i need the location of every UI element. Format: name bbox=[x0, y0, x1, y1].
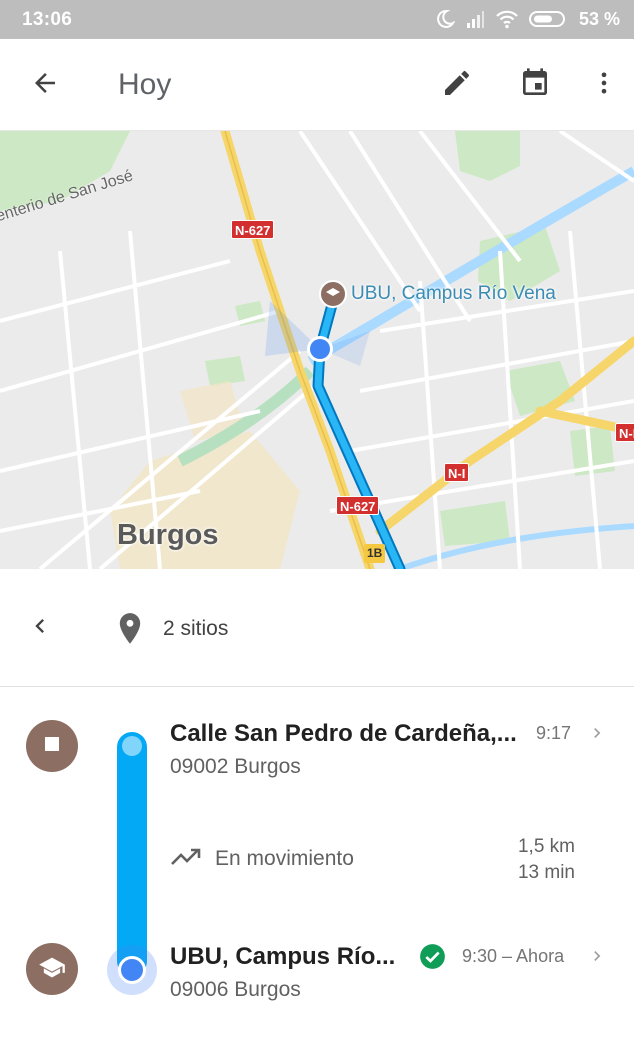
timeline-start-dot bbox=[122, 736, 142, 756]
more-options-button[interactable] bbox=[584, 63, 624, 107]
stop-icon bbox=[42, 734, 62, 759]
sites-count: 2 sitios bbox=[163, 617, 229, 640]
place-time-start: 9:17 bbox=[536, 723, 572, 743]
app-bar: Hoy bbox=[0, 39, 634, 131]
trending-icon bbox=[170, 846, 202, 873]
place-icon-end[interactable] bbox=[26, 943, 78, 995]
chevron-right-icon[interactable] bbox=[587, 721, 607, 745]
calendar-button[interactable] bbox=[512, 63, 558, 107]
back-arrow-icon bbox=[30, 68, 60, 103]
place-name-end[interactable]: UBU, Campus Río... bbox=[170, 943, 395, 971]
road-shield: N-I bbox=[444, 463, 470, 482]
check-circle-icon bbox=[419, 943, 446, 975]
place-time-end: 9:30 – Ahora bbox=[462, 946, 565, 966]
edit-pencil-icon bbox=[441, 67, 473, 104]
map-poi-label[interactable]: UBU, Campus Río Vena bbox=[351, 283, 556, 305]
place-address-end: 09006 Burgos bbox=[170, 978, 301, 1001]
place-name-start[interactable]: Calle San Pedro de Cardeña,... bbox=[170, 720, 517, 748]
more-vert-icon bbox=[590, 69, 618, 102]
route-map[interactable]: enterio de San José UBU, Campus Río Vena… bbox=[0, 131, 634, 569]
previous-button[interactable] bbox=[18, 606, 62, 650]
school-icon bbox=[38, 955, 66, 984]
moon-icon bbox=[435, 9, 455, 29]
chevron-left-icon bbox=[26, 612, 54, 645]
road-shield: N-627 bbox=[336, 496, 380, 515]
movement-segment[interactable]: En movimiento 1,5 km 13 min bbox=[160, 830, 600, 890]
road-shield: 1B bbox=[364, 544, 386, 563]
battery-icon bbox=[528, 9, 569, 29]
movement-distance: 1,5 km bbox=[517, 836, 575, 857]
status-icons: 53 % bbox=[435, 8, 620, 30]
timeline-end-dot bbox=[118, 956, 146, 984]
signal-icon bbox=[465, 9, 485, 29]
road-shield: N-627 bbox=[231, 220, 275, 239]
movement-label: En movimiento bbox=[215, 847, 354, 870]
road-shield: N-I bbox=[615, 423, 634, 442]
timeline-track bbox=[117, 732, 147, 976]
chevron-right-icon[interactable] bbox=[587, 944, 607, 968]
place-icon-start[interactable] bbox=[26, 720, 78, 772]
edit-button[interactable] bbox=[434, 63, 480, 107]
place-address-start: 09002 Burgos bbox=[170, 755, 301, 778]
location-pin-icon bbox=[116, 612, 144, 651]
page-title: Hoy bbox=[118, 68, 172, 101]
back-button[interactable] bbox=[21, 63, 69, 107]
sites-bar: 2 sitios bbox=[0, 569, 634, 687]
status-time: 13:06 bbox=[22, 9, 73, 30]
status-bar: 13:06 53 % bbox=[0, 0, 634, 39]
map-city-label: Burgos bbox=[117, 519, 219, 551]
battery-percent: 53 % bbox=[578, 8, 620, 29]
calendar-icon bbox=[519, 67, 551, 104]
movement-duration: 13 min bbox=[517, 862, 575, 883]
wifi-icon bbox=[495, 9, 519, 29]
